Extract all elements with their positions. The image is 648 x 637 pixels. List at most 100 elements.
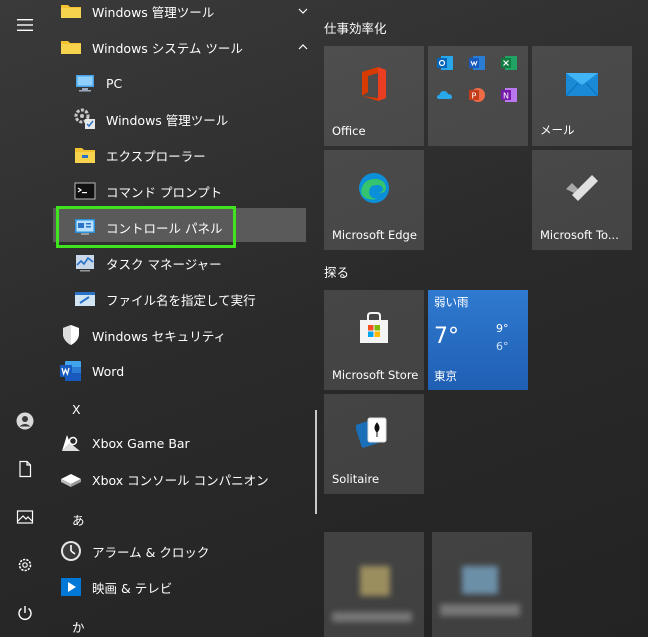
svg-text:N: N (503, 92, 509, 101)
outlook-icon (437, 56, 453, 70)
svg-text:P: P (472, 92, 477, 101)
weather-condition: 弱い雨 (434, 295, 469, 309)
tile-pixelated-2[interactable] (432, 532, 532, 637)
tile-office[interactable]: Office (324, 46, 424, 146)
tile-weather[interactable]: 弱い雨 7° 9° 6° 東京 (428, 290, 528, 390)
chevron-up-icon (298, 44, 308, 50)
office-icon (358, 66, 390, 106)
tile-microsoft-store[interactable]: Microsoft Store (324, 290, 424, 390)
pixelated-icon (360, 566, 390, 596)
tile-mail[interactable]: メール (532, 46, 632, 146)
app-label: エクスプローラー (106, 148, 206, 164)
tile-label: Microsoft Store (332, 368, 419, 382)
highlight-box-control-panel (56, 206, 236, 248)
folder-label: Windows 管理ツール (92, 4, 215, 20)
settings-gear-icon[interactable] (9, 549, 41, 581)
pictures-icon[interactable] (9, 501, 41, 533)
tile-label: Solitaire (332, 472, 380, 486)
app-run[interactable]: ファイル名を指定して実行 (72, 281, 310, 317)
store-bag-icon (357, 311, 391, 349)
pixelated-icon (462, 566, 498, 594)
command-prompt-icon (72, 178, 98, 204)
weather-low: 6° (496, 340, 509, 353)
excel-icon (501, 56, 517, 70)
app-label: アラーム & クロック (92, 544, 210, 560)
app-label: Word (92, 363, 125, 379)
app-pc[interactable]: PC (72, 65, 310, 101)
tile-label: Microsoft To... (540, 228, 619, 242)
tile-microsoft-todo[interactable]: Microsoft To... (532, 150, 632, 250)
app-list: Windows 管理ツール Windows システム ツール PC Window… (50, 0, 315, 637)
folder-label: Windows システム ツール (92, 40, 243, 56)
documents-icon[interactable] (9, 453, 41, 485)
xbox-console-icon (58, 466, 84, 492)
app-label: ファイル名を指定して実行 (106, 292, 256, 308)
letter-header-a[interactable]: あ (72, 510, 85, 529)
weather-high: 9° (496, 322, 509, 335)
pc-icon (72, 70, 98, 96)
hamburger-menu-icon[interactable] (9, 9, 41, 41)
group-title-productivity[interactable]: 仕事効率化 (324, 18, 387, 37)
tile-microsoft-edge[interactable]: Microsoft Edge (324, 150, 424, 250)
app-label: Xbox Game Bar (92, 435, 190, 451)
app-label: PC (106, 75, 123, 91)
letter-header-x[interactable]: X (72, 402, 81, 417)
file-explorer-icon (72, 142, 98, 168)
app-label: 映画 & テレビ (92, 580, 173, 596)
app-command-prompt[interactable]: コマンド プロンプト (72, 173, 310, 209)
pixelated-label (332, 612, 412, 622)
tile-label: Microsoft Edge (332, 228, 417, 242)
admin-tools-icon (72, 106, 98, 132)
tile-area: 仕事効率化 Office P N メール Microsoft Edge Micr… (318, 0, 648, 637)
onenote-icon: N (501, 88, 517, 102)
tile-pixelated-1[interactable] (324, 532, 424, 637)
app-word[interactable]: Word (58, 353, 310, 389)
tile-label: メール (540, 123, 575, 137)
folder-windows-system-tools[interactable]: Windows システム ツール (58, 29, 310, 65)
weather-temperature: 7° (434, 324, 459, 349)
xbox-game-bar-icon (58, 430, 84, 456)
start-rail (0, 0, 50, 637)
app-task-manager[interactable]: タスク マネージャー (72, 245, 310, 281)
group-title-explore[interactable]: 探る (324, 262, 349, 281)
app-movies-tv[interactable]: 映画 & テレビ (58, 569, 310, 605)
movies-tv-icon (58, 574, 84, 600)
onedrive-icon (437, 91, 452, 99)
app-alarm-clock[interactable]: アラーム & クロック (58, 533, 310, 569)
pixelated-label (440, 604, 520, 616)
letter-header-ka[interactable]: か (72, 617, 85, 636)
power-icon[interactable] (9, 597, 41, 629)
solitaire-cards-icon (355, 414, 392, 454)
app-file-explorer[interactable]: エクスプローラー (72, 137, 310, 173)
powerpoint-icon: P (469, 88, 485, 102)
app-label: Xbox コンソール コンパニオン (92, 472, 269, 488)
mail-icon (565, 70, 599, 102)
app-list-scrollbar[interactable] (315, 410, 317, 514)
app-label: コマンド プロンプト (106, 184, 223, 200)
word-icon (58, 358, 84, 384)
app-xbox-game-bar[interactable]: Xbox Game Bar (58, 425, 310, 461)
folder-windows-admin-tools[interactable]: Windows 管理ツール (58, 0, 310, 29)
app-label: タスク マネージャー (106, 256, 222, 272)
tile-office-apps-folder[interactable]: P N (428, 46, 528, 146)
tile-solitaire[interactable]: Solitaire (324, 394, 424, 494)
app-label: Windows セキュリティ (92, 328, 227, 344)
app-windows-admin-tools[interactable]: Windows 管理ツール (72, 101, 310, 137)
chevron-down-icon (298, 8, 308, 14)
app-label: Windows 管理ツール (106, 112, 229, 128)
user-account-icon[interactable] (9, 405, 41, 437)
word-mini-icon (469, 56, 485, 70)
clock-icon (58, 538, 84, 564)
start-menu: Windows 管理ツール Windows システム ツール PC Window… (0, 0, 648, 637)
folder-icon (58, 34, 84, 60)
task-manager-icon (72, 250, 98, 276)
todo-check-icon (562, 171, 602, 209)
tile-label: Office (332, 124, 366, 138)
folder-icon (58, 0, 84, 24)
app-windows-security[interactable]: Windows セキュリティ (58, 317, 310, 353)
weather-city: 東京 (434, 369, 457, 383)
shield-icon (58, 322, 84, 348)
app-xbox-companion[interactable]: Xbox コンソール コンパニオン (58, 461, 310, 497)
edge-icon (357, 171, 391, 209)
run-icon (72, 286, 98, 312)
